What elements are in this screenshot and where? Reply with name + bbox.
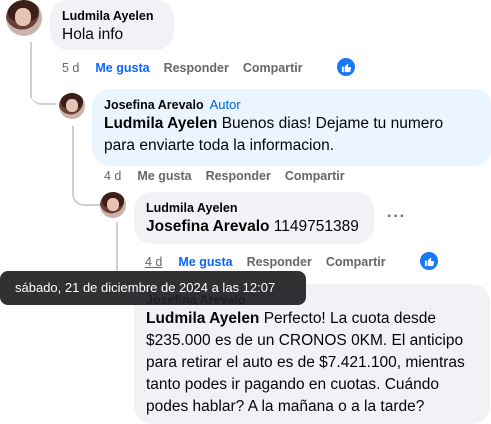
comment-actions: 5 d Me gusta Responder Compartir: [62, 61, 317, 75]
comment-time[interactable]: 4 d: [145, 255, 162, 269]
comment-text: Hola info: [62, 26, 124, 43]
reply-button[interactable]: Responder: [247, 255, 312, 269]
reply-button[interactable]: Responder: [164, 61, 229, 75]
author-badge: Autor: [209, 97, 241, 112]
comment-text: Ludmila Ayelen Buenos dias! Dejame tu nu…: [104, 115, 444, 132]
thread-connector-1: [30, 85, 56, 105]
like-button[interactable]: Me gusta: [95, 61, 149, 75]
share-button[interactable]: Compartir: [243, 61, 303, 75]
avatar[interactable]: [100, 192, 126, 218]
comment-bubble: Ludmila Ayelen Hola info: [50, 0, 174, 50]
avatar[interactable]: [6, 0, 42, 36]
comment-text-line: para retirar el auto es de $7.421.100, m…: [146, 354, 465, 371]
comment-text-line: para enviarte toda la informacion.: [104, 137, 335, 154]
comment-text-line: $235.000 es de un CRONOS 0KM. El anticip…: [146, 332, 464, 349]
mention-link[interactable]: Ludmila Ayelen: [104, 115, 217, 132]
share-button[interactable]: Compartir: [285, 169, 345, 183]
thread-line-reply: [72, 126, 74, 190]
mention-link[interactable]: Josefina Arevalo: [146, 218, 269, 235]
comment-bubble: Josefina Arevalo Autor Ludmila Ayelen Bue…: [92, 89, 491, 166]
comment-text: Josefina Arevalo 1149751389: [146, 218, 359, 235]
thread-connector-2: [72, 182, 100, 206]
comment-bubble: Ludmila Ayelen Josefina Arevalo 11497513…: [134, 192, 374, 244]
comment-time[interactable]: 5 d: [62, 61, 79, 75]
timestamp-tooltip: sábado, 21 de diciembre de 2024 a las 12…: [0, 271, 306, 305]
avatar[interactable]: [59, 93, 85, 119]
comment-text: Ludmila Ayelen Perfecto! La cuota desde: [146, 310, 437, 327]
mention-link[interactable]: Ludmila Ayelen: [146, 310, 259, 327]
comment-text-line: tanto podes ir pagando en cuotas. Cuándo: [146, 376, 440, 393]
like-button[interactable]: Me gusta: [137, 169, 191, 183]
comment-actions: 4 d Me gusta Responder Compartir: [104, 169, 359, 183]
like-thumb-icon[interactable]: [337, 58, 355, 76]
more-options-icon[interactable]: ···: [387, 208, 406, 226]
comment-author[interactable]: Ludmila Ayelen: [62, 8, 162, 24]
reply-button[interactable]: Responder: [206, 169, 271, 183]
comment-bubble: Josefina Arevalo Ludmila Ayelen Perfecto…: [134, 284, 490, 424]
like-thumb-icon[interactable]: [420, 252, 438, 270]
comment-actions: 4 d Me gusta Responder Compartir: [145, 255, 400, 269]
share-button[interactable]: Compartir: [326, 255, 386, 269]
comment-text-line: podes hablar? A la mañana o a la tarde?: [146, 398, 425, 415]
like-button[interactable]: Me gusta: [178, 255, 232, 269]
comment-time[interactable]: 4 d: [104, 169, 121, 183]
comment-author[interactable]: Josefina Arevalo Autor: [104, 97, 480, 113]
comment-author[interactable]: Ludmila Ayelen: [146, 200, 362, 216]
